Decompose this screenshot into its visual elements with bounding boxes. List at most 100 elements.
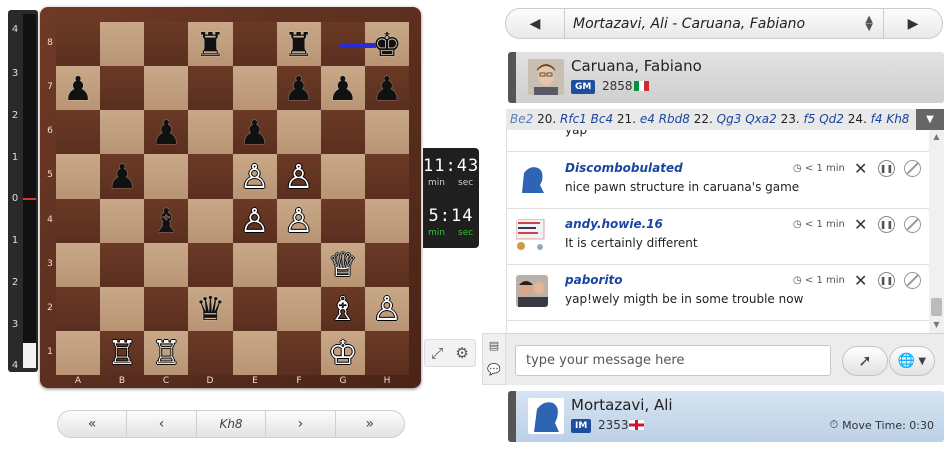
square-c6[interactable]: ♟	[144, 110, 189, 155]
first-move-button[interactable]: «	[58, 411, 128, 437]
white-queen-icon[interactable]: ♕	[328, 248, 358, 281]
square-f3[interactable]	[276, 242, 321, 287]
square-d3[interactable]	[188, 242, 233, 287]
next-game-button[interactable]: ▶	[884, 16, 942, 32]
block-icon[interactable]	[904, 160, 921, 177]
game-dropdown[interactable]: Mortazavi, Ali - Caruana, Fabiano ▲ ▼	[564, 9, 884, 38]
square-e5[interactable]: ♙	[232, 154, 277, 199]
pause-icon[interactable]: ❚❚	[878, 160, 895, 177]
square-a4[interactable]	[56, 198, 101, 243]
square-e7[interactable]	[232, 66, 277, 111]
block-icon[interactable]	[904, 216, 921, 233]
square-c4[interactable]: ♝	[144, 198, 189, 243]
square-b5[interactable]: ♟	[100, 154, 145, 199]
black-pawn-icon[interactable]: ♟	[63, 72, 93, 105]
pause-icon[interactable]: ❚❚	[878, 216, 895, 233]
black-pawn-icon[interactable]: ♟	[107, 160, 137, 193]
move-link[interactable]: Qxa2	[745, 112, 777, 126]
close-icon[interactable]: ✕	[854, 271, 867, 290]
square-c1[interactable]: ♖	[144, 330, 189, 375]
move-link[interactable]: Rbd8	[659, 112, 690, 126]
white-pawn-icon[interactable]: ♙	[240, 204, 270, 237]
square-d6[interactable]	[188, 110, 233, 155]
move-link[interactable]: Be2	[510, 112, 533, 126]
square-a8[interactable]	[56, 22, 101, 67]
move-link[interactable]: Bc4	[591, 112, 613, 126]
chat-tab-icon[interactable]: 💬	[483, 358, 505, 382]
chat-scrollbar[interactable]: ▲ ▼	[929, 130, 944, 333]
black-pawn-icon[interactable]: ♟	[240, 116, 270, 149]
square-f2[interactable]	[276, 286, 321, 331]
square-a5[interactable]	[56, 154, 101, 199]
square-g6[interactable]	[320, 110, 365, 155]
square-h5[interactable]	[364, 154, 409, 199]
square-e2[interactable]	[232, 286, 277, 331]
close-icon[interactable]: ✕	[854, 159, 867, 178]
chessboard[interactable]: ♜ ♜ ♚ ♟ ♟ ♟ ♟ ♟ ♟ ♟ ♙ ♙ ♝ ♙ ♙ ♕ ♛ ♗ ♙ ♖ ♖ ♔	[56, 22, 409, 375]
message-username[interactable]: andy.howie.16	[565, 217, 663, 231]
white-rook-icon[interactable]: ♖	[107, 336, 137, 369]
previous-game-button[interactable]: ◀	[506, 16, 564, 32]
square-d5[interactable]	[188, 154, 233, 199]
square-d8[interactable]: ♜	[188, 22, 233, 67]
square-g5[interactable]	[320, 154, 365, 199]
square-e1[interactable]	[232, 330, 277, 375]
move-link[interactable]: Rfc1	[560, 112, 587, 126]
last-move-button[interactable]: »	[336, 411, 404, 437]
move-link[interactable]: Qg3	[717, 112, 742, 126]
square-g3[interactable]: ♕	[320, 242, 365, 287]
square-g2[interactable]: ♗	[320, 286, 365, 331]
scroll-down-icon[interactable]: ▼	[929, 320, 944, 329]
previous-move-button[interactable]: ‹	[127, 411, 197, 437]
square-b3[interactable]	[100, 242, 145, 287]
black-queen-icon[interactable]: ♛	[196, 292, 226, 325]
square-e8[interactable]	[232, 22, 277, 67]
white-pawn-icon[interactable]: ♙	[284, 204, 314, 237]
white-bishop-icon[interactable]: ♗	[328, 292, 358, 325]
expand-moves-button[interactable]: ▼	[916, 109, 944, 130]
black-pawn-icon[interactable]: ♟	[328, 72, 358, 105]
gear-icon[interactable]: ⚙	[455, 344, 468, 362]
send-button[interactable]: ➚	[842, 346, 888, 376]
square-e6[interactable]: ♟	[232, 110, 277, 155]
square-f1[interactable]	[276, 330, 321, 375]
move-link[interactable]: Qd2	[819, 112, 844, 126]
white-pawn-icon[interactable]: ♙	[284, 160, 314, 193]
square-d1[interactable]	[188, 330, 233, 375]
square-c5[interactable]	[144, 154, 189, 199]
black-rook-icon[interactable]: ♜	[196, 28, 226, 61]
block-icon[interactable]	[904, 272, 921, 289]
black-pawn-icon[interactable]: ♟	[284, 72, 314, 105]
white-rook-icon[interactable]: ♖	[152, 336, 182, 369]
scroll-up-icon[interactable]: ▲	[929, 132, 944, 141]
square-b8[interactable]	[100, 22, 145, 67]
square-e4[interactable]: ♙	[232, 198, 277, 243]
white-pawn-icon[interactable]: ♙	[372, 292, 402, 325]
chat-message-input[interactable]	[515, 345, 831, 376]
square-f5[interactable]: ♙	[276, 154, 321, 199]
white-king-icon[interactable]: ♔	[328, 336, 358, 369]
white-pawn-icon[interactable]: ♙	[240, 160, 270, 193]
black-rook-icon[interactable]: ♜	[284, 28, 314, 61]
square-c8[interactable]	[144, 22, 189, 67]
square-b4[interactable]	[100, 198, 145, 243]
square-g4[interactable]	[320, 198, 365, 243]
square-h4[interactable]	[364, 198, 409, 243]
square-b1[interactable]: ♖	[100, 330, 145, 375]
black-pawn-icon[interactable]: ♟	[152, 116, 182, 149]
square-f4[interactable]: ♙	[276, 198, 321, 243]
square-d4[interactable]	[188, 198, 233, 243]
square-a2[interactable]	[56, 286, 101, 331]
square-h7[interactable]: ♟	[364, 66, 409, 111]
move-link[interactable]: f4	[871, 112, 883, 126]
square-c7[interactable]	[144, 66, 189, 111]
square-d7[interactable]	[188, 66, 233, 111]
square-g7[interactable]: ♟	[320, 66, 365, 111]
scroll-thumb[interactable]	[931, 298, 942, 316]
square-h3[interactable]	[364, 242, 409, 287]
square-b6[interactable]	[100, 110, 145, 155]
square-h2[interactable]: ♙	[364, 286, 409, 331]
expand-icon[interactable]: ⤢	[431, 344, 443, 362]
square-h1[interactable]	[364, 330, 409, 375]
square-d2[interactable]: ♛	[188, 286, 233, 331]
